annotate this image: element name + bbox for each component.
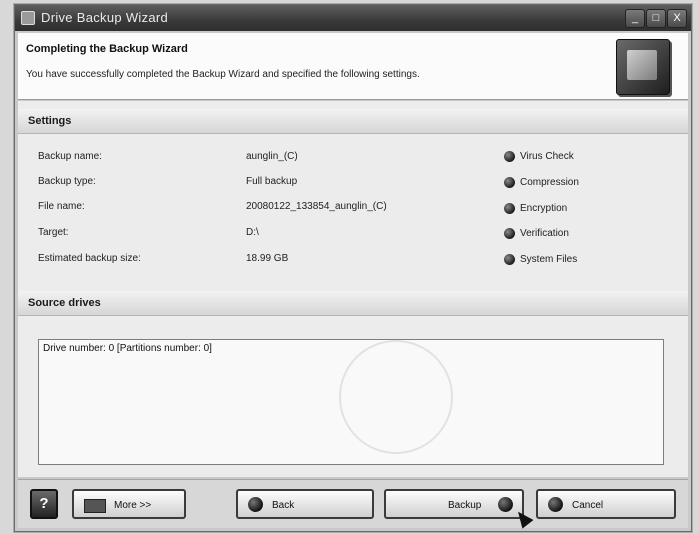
bullet-icon [504,203,515,214]
backup-type-label: Backup type: [38,176,96,187]
more-button[interactable]: More >> [72,489,186,519]
wizard-content: Settings Backup name: aunglin_(C) Backup… [18,101,688,477]
bullet-icon [504,177,515,188]
backup-name-label: Backup name: [38,151,102,162]
backup-type-value: Full backup [246,176,298,187]
cancel-icon [548,497,563,512]
estimated-size-value: 18.99 GB [246,253,289,264]
option-system-files: System Files [504,254,577,265]
window-title: Drive Backup Wizard [41,10,169,25]
target-label: Target: [38,227,69,238]
title-bar[interactable]: Drive Backup Wizard _ □ X [15,5,691,31]
cancel-button[interactable]: Cancel [536,489,676,519]
header-title: Completing the Backup Wizard [26,43,188,55]
option-virus-check: Virus Check [504,151,574,162]
back-button[interactable]: Back [236,489,374,519]
target-value: D:\ [246,227,259,238]
source-drives-section-header: Source drives [18,291,688,316]
help-button[interactable]: ? [30,489,58,519]
minimize-button[interactable]: _ [625,9,645,28]
source-drives-heading: Source drives [28,297,101,309]
option-compression: Compression [504,177,579,188]
backup-name-value: aunglin_(C) [246,151,298,162]
file-name-value: 20080122_133854_aunglin_(C) [246,201,387,212]
app-icon [21,11,35,25]
source-drives-list[interactable]: Drive number: 0 [Partitions number: 0] [38,339,664,465]
drive-list-item[interactable]: Drive number: 0 [Partitions number: 0] [43,343,212,354]
maximize-button[interactable]: □ [646,9,666,28]
backup-wizard-icon [616,39,670,95]
header-subtitle: You have successfully completed the Back… [26,69,420,80]
backup-button[interactable]: Backup [384,489,524,519]
back-arrow-icon [248,497,263,512]
wizard-header: Completing the Backup Wizard You have su… [18,33,688,100]
bullet-icon [504,228,515,239]
settings-section-header: Settings [18,109,688,134]
watermark-graphic [339,340,453,454]
bullet-icon [504,151,515,162]
close-button[interactable]: X [667,9,687,28]
bullet-icon [504,254,515,265]
backup-wizard-window: Drive Backup Wizard _ □ X Completing the… [14,4,692,532]
file-name-label: File name: [38,201,85,212]
settings-heading: Settings [28,115,72,127]
more-options-icon [84,499,106,513]
wizard-footer: ? More >> Back Backup Cancel [18,479,688,528]
estimated-size-label: Estimated backup size: [38,253,141,264]
option-verification: Verification [504,228,569,239]
next-arrow-icon [498,497,513,512]
option-encryption: Encryption [504,203,567,214]
